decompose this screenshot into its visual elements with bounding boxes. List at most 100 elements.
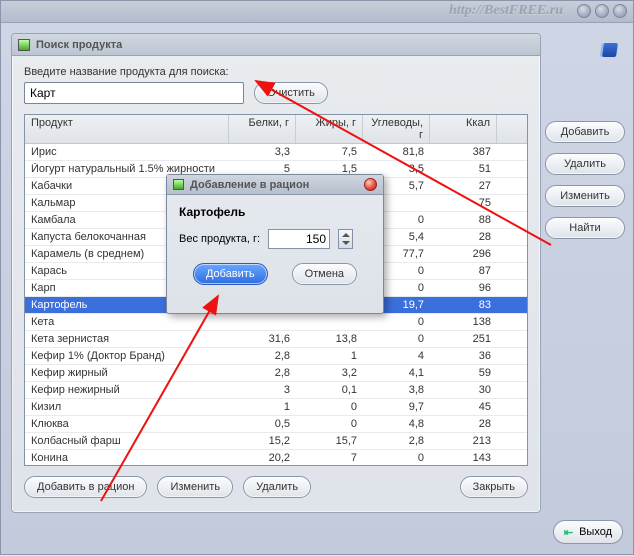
dialog-titlebar[interactable]: Добавление в рацион xyxy=(167,175,383,195)
edit-button[interactable]: Изменить xyxy=(157,476,233,498)
table-cell: 88 xyxy=(430,214,497,226)
add-to-ration-button[interactable]: Добавить в рацион xyxy=(24,476,147,498)
dialog-close-icon[interactable] xyxy=(364,178,377,191)
dialog-cancel-button[interactable]: Отмена xyxy=(292,263,357,285)
app-icon xyxy=(18,39,30,51)
table-cell: 0 xyxy=(363,333,430,345)
delete-button[interactable]: Удалить xyxy=(243,476,311,498)
table-row[interactable]: Кефир нежирный30,13,830 xyxy=(25,382,527,399)
table-cell: 81,8 xyxy=(363,146,430,158)
table-cell: 4,8 xyxy=(363,418,430,430)
col-protein[interactable]: Белки, г xyxy=(229,115,296,143)
table-cell: Кета xyxy=(25,316,229,328)
clear-button[interactable]: Очистить xyxy=(254,82,328,104)
col-kcal[interactable]: Ккал xyxy=(430,115,497,143)
side-add-button[interactable]: Добавить xyxy=(545,121,625,143)
table-cell: Конина xyxy=(25,452,229,464)
table-cell: 0,1 xyxy=(296,384,363,396)
table-cell: 296 xyxy=(430,248,497,260)
table-cell: 87 xyxy=(430,265,497,277)
table-header: Продукт Белки, г Жиры, г Углеводы, г Кка… xyxy=(25,115,527,144)
table-cell: 7 xyxy=(296,452,363,464)
table-cell: 9,7 xyxy=(363,401,430,413)
table-cell: 75 xyxy=(430,197,497,209)
table-cell: 2,8 xyxy=(229,367,296,379)
table-cell: Кета зернистая xyxy=(25,333,229,345)
search-window-title: Поиск продукта xyxy=(36,39,122,51)
table-cell: 96 xyxy=(430,282,497,294)
table-row[interactable]: Кефир жирный2,83,24,159 xyxy=(25,365,527,382)
exit-button[interactable]: ⇤ Выход xyxy=(553,520,623,544)
side-find-button[interactable]: Найти xyxy=(545,217,625,239)
table-cell: Кефир жирный xyxy=(25,367,229,379)
side-delete-button[interactable]: Удалить xyxy=(545,153,625,175)
close-button[interactable]: Закрыть xyxy=(460,476,528,498)
side-panel: Добавить Удалить Изменить Найти xyxy=(545,61,625,239)
table-cell: 143 xyxy=(430,452,497,464)
table-row[interactable]: Конина20,270143 xyxy=(25,450,527,466)
table-cell: 30 xyxy=(430,384,497,396)
col-product[interactable]: Продукт xyxy=(25,115,229,143)
table-cell: 3,3 xyxy=(229,146,296,158)
table-cell: 59 xyxy=(430,367,497,379)
table-cell: 387 xyxy=(430,146,497,158)
side-edit-button[interactable]: Изменить xyxy=(545,185,625,207)
minimize-icon[interactable] xyxy=(577,4,591,18)
table-cell: 51 xyxy=(430,163,497,175)
table-row[interactable]: Клюква0,504,828 xyxy=(25,416,527,433)
col-fat[interactable]: Жиры, г xyxy=(296,115,363,143)
close-icon[interactable] xyxy=(613,4,627,18)
table-row[interactable]: Кизил109,745 xyxy=(25,399,527,416)
dialog-add-button[interactable]: Добавить xyxy=(193,263,268,285)
table-cell: 27 xyxy=(430,180,497,192)
table-row[interactable]: Колбасный фарш15,215,72,8213 xyxy=(25,433,527,450)
table-cell: 7,5 xyxy=(296,146,363,158)
weight-spinner[interactable] xyxy=(338,229,353,249)
exit-icon: ⇤ xyxy=(564,526,573,539)
app-titlebar: http://BestFREE.ru xyxy=(1,1,633,23)
table-row[interactable]: Кефир 1% (Доктор Бранд)2,81436 xyxy=(25,348,527,365)
table-cell: 213 xyxy=(430,435,497,447)
table-cell: 31,6 xyxy=(229,333,296,345)
table-cell: Ирис xyxy=(25,146,229,158)
table-cell: 83 xyxy=(430,299,497,311)
dialog-title: Добавление в рацион xyxy=(190,179,358,191)
table-cell: 2,8 xyxy=(363,435,430,447)
window-controls xyxy=(577,4,627,18)
table-cell: 1 xyxy=(229,401,296,413)
table-cell: 0 xyxy=(296,401,363,413)
table-row[interactable]: Кета зернистая31,613,80251 xyxy=(25,331,527,348)
col-carb[interactable]: Углеводы, г xyxy=(363,115,430,143)
table-cell: 28 xyxy=(430,231,497,243)
table-cell: Кефир нежирный xyxy=(25,384,229,396)
table-cell: Кизил xyxy=(25,401,229,413)
table-cell: 138 xyxy=(430,316,497,328)
exit-label: Выход xyxy=(579,526,612,538)
maximize-icon[interactable] xyxy=(595,4,609,18)
table-cell: 4,1 xyxy=(363,367,430,379)
table-row[interactable]: Кета0138 xyxy=(25,314,527,331)
table-cell: 3,2 xyxy=(296,367,363,379)
table-cell: 4 xyxy=(363,350,430,362)
table-cell: 15,7 xyxy=(296,435,363,447)
table-cell: 36 xyxy=(430,350,497,362)
table-row[interactable]: Ирис3,37,581,8387 xyxy=(25,144,527,161)
table-cell: 0 xyxy=(363,452,430,464)
table-cell: 45 xyxy=(430,401,497,413)
search-input[interactable] xyxy=(24,82,244,104)
table-cell: 15,2 xyxy=(229,435,296,447)
search-window-titlebar: Поиск продукта xyxy=(12,34,540,56)
weight-input[interactable] xyxy=(268,229,330,249)
table-cell: Клюква xyxy=(25,418,229,430)
add-dialog: Добавление в рацион Картофель Вес продук… xyxy=(166,174,384,314)
table-cell: 0 xyxy=(296,418,363,430)
table-cell: 1 xyxy=(296,350,363,362)
table-cell: 28 xyxy=(430,418,497,430)
table-cell: 3,8 xyxy=(363,384,430,396)
weight-label: Вес продукта, г: xyxy=(179,233,260,245)
table-cell: Колбасный фарш xyxy=(25,435,229,447)
table-cell: 20,2 xyxy=(229,452,296,464)
book-icon[interactable] xyxy=(600,43,618,57)
dialog-product-name: Картофель xyxy=(179,205,371,219)
table-cell: 2,8 xyxy=(229,350,296,362)
